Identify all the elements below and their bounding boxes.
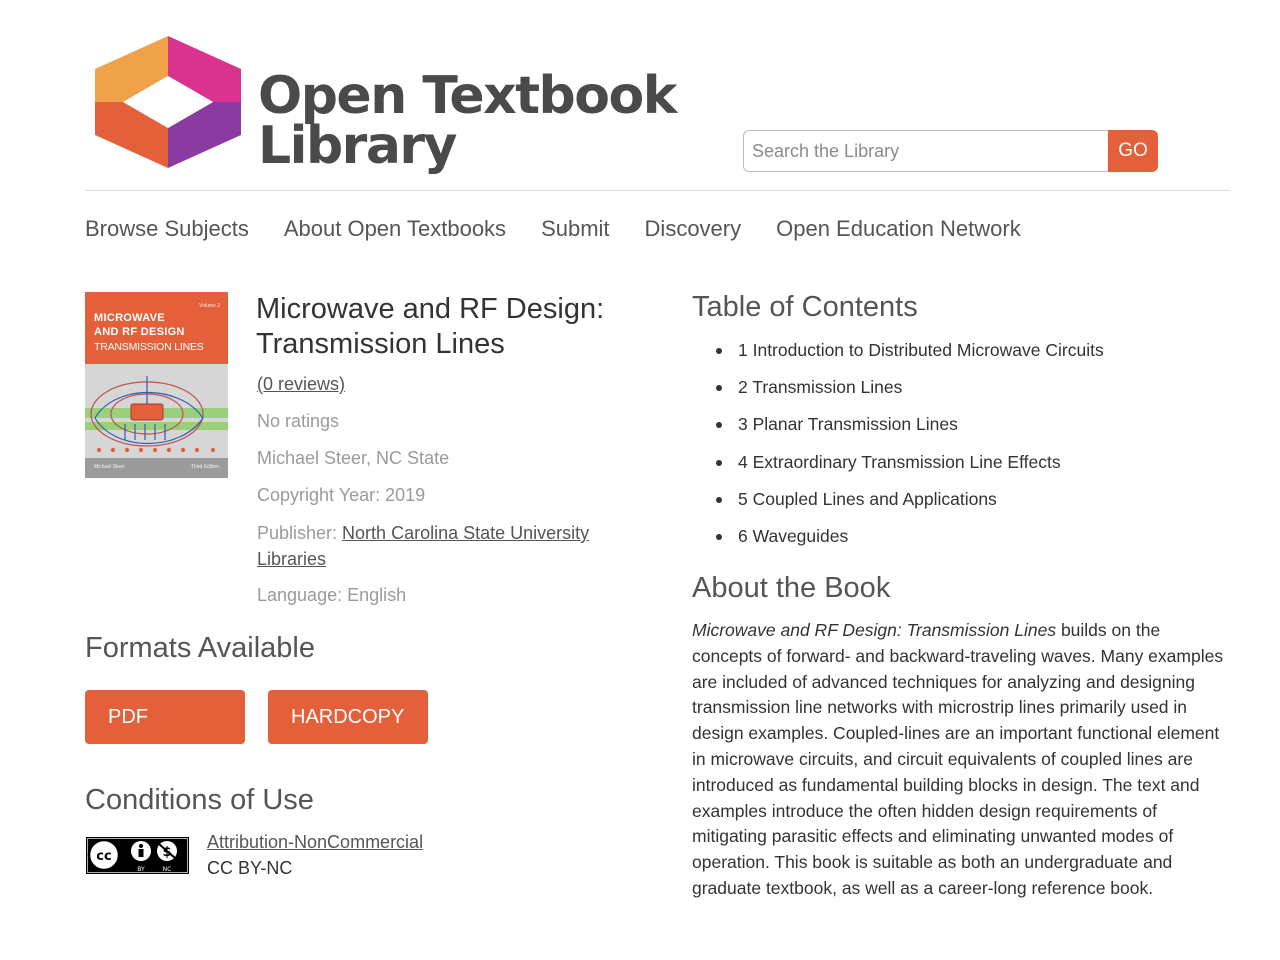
- logo-line-1: Open Textbook: [258, 66, 677, 126]
- cc-by-nc-license-icon[interactable]: cc $ BY NC: [86, 837, 189, 874]
- search-go-button[interactable]: GO: [1108, 130, 1158, 172]
- search-bar: GO: [743, 130, 1158, 172]
- copyright-text: Copyright Year: 2019: [257, 485, 426, 505]
- pdf-button[interactable]: PDF: [85, 690, 245, 744]
- site-logo-text[interactable]: Open Textbook Library: [258, 66, 677, 176]
- svg-text:cc: cc: [96, 849, 111, 864]
- about-heading: About the Book: [692, 572, 891, 604]
- cover-title-line-3: TRANSMISSION LINES: [94, 341, 204, 353]
- search-input[interactable]: [743, 130, 1108, 172]
- cover-author: Michael Steer: [94, 464, 125, 470]
- toc-item: 4 Extraordinary Transmission Line Effect…: [692, 450, 1104, 487]
- about-description: Microwave and RF Design: Transmission Li…: [692, 618, 1227, 902]
- nav-open-education-network[interactable]: Open Education Network: [776, 216, 1021, 242]
- svg-text:BY: BY: [137, 866, 145, 873]
- book-cover[interactable]: Volume 2 MICROWAVE AND RF DESIGN TRANSMI…: [85, 292, 228, 478]
- toc-item: 1 Introduction to Distributed Microwave …: [692, 338, 1104, 375]
- reviews-link[interactable]: (0 reviews): [257, 374, 345, 394]
- toc-list: 1 Introduction to Distributed Microwave …: [692, 338, 1104, 561]
- publisher-line: Publisher: North Carolina State Universi…: [257, 520, 627, 572]
- toc-item: 3 Planar Transmission Lines: [692, 412, 1104, 449]
- toc-heading: Table of Contents: [692, 291, 918, 323]
- cover-title-line-2: AND RF DESIGN: [94, 326, 185, 338]
- about-body-text: builds on the concepts of forward- and b…: [692, 620, 1224, 898]
- publisher-label: Publisher:: [257, 523, 343, 543]
- toc-item: 6 Waveguides: [692, 524, 1104, 561]
- ratings-text: No ratings: [257, 411, 340, 431]
- language-text: Language: English: [257, 585, 407, 605]
- nav-browse-subjects[interactable]: Browse Subjects: [85, 216, 249, 242]
- main-nav: Browse Subjects About Open Textbooks Sub…: [85, 216, 1021, 242]
- formats-heading: Formats Available: [85, 632, 315, 664]
- cover-volume: Volume 2: [199, 303, 220, 309]
- nav-about-open-textbooks[interactable]: About Open Textbooks: [284, 216, 506, 242]
- svg-text:NC: NC: [163, 866, 172, 873]
- toc-item: 5 Coupled Lines and Applications: [692, 487, 1104, 524]
- logo-line-2: Library: [258, 116, 457, 176]
- author-text: Michael Steer, NC State: [257, 448, 450, 468]
- nav-submit[interactable]: Submit: [541, 216, 609, 242]
- logo-hexagon-icon[interactable]: [95, 36, 241, 168]
- nav-discovery[interactable]: Discovery: [645, 216, 742, 242]
- book-title: Microwave and RF Design: Transmission Li…: [256, 293, 605, 360]
- conditions-heading: Conditions of Use: [85, 784, 314, 816]
- cover-title-line-1: MICROWAVE: [94, 312, 165, 324]
- cover-edition: Third Edition: [190, 464, 219, 470]
- header-divider: [85, 190, 1230, 191]
- toc-item: 2 Transmission Lines: [692, 375, 1104, 412]
- about-book-title: Microwave and RF Design: Transmission Li…: [692, 620, 1057, 640]
- license-code: CC BY-NC: [207, 858, 293, 878]
- license-link[interactable]: Attribution-NonCommercial: [207, 832, 423, 853]
- hardcopy-button[interactable]: HARDCOPY: [268, 690, 428, 744]
- reviews-line: (0 reviews): [257, 374, 345, 395]
